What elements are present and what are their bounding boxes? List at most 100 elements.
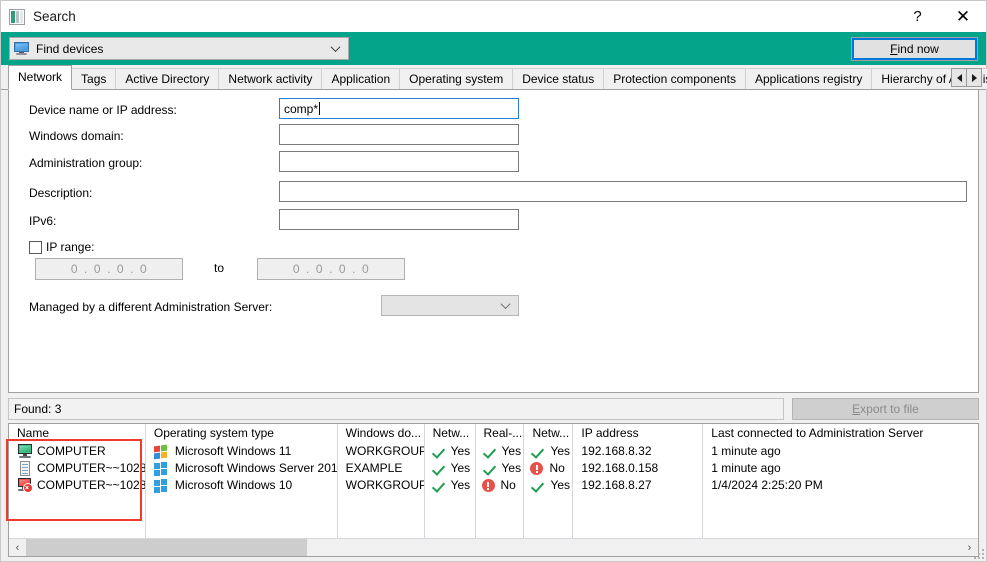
column-last-connected: Last connected to Administration Server … <box>703 424 978 538</box>
column-header-realtime-protection[interactable]: Real-... <box>476 424 524 443</box>
scrollbar-track[interactable] <box>26 539 961 556</box>
table-cell-network-agent[interactable]: Yes <box>425 443 475 460</box>
column-header-name[interactable]: Name <box>9 424 145 443</box>
tab-application[interactable]: Application <box>321 68 401 89</box>
managed-by-combobox[interactable] <box>381 295 519 316</box>
table-cell-network-agent[interactable]: Yes <box>425 460 475 477</box>
ip-from-octet-4: 0 <box>139 262 148 276</box>
table-row[interactable]: COMPUTER~~10281 <box>9 477 145 494</box>
cell-os-type: Microsoft Windows 10 <box>174 478 293 492</box>
tab-applications-registry[interactable]: Applications registry <box>744 68 873 89</box>
results-grid-columns: Name COMPUTER COMPUTER~~10282 COMPUTER~~… <box>9 424 978 538</box>
tab-device-status[interactable]: Device status <box>512 68 605 89</box>
table-cell-network-status[interactable]: Yes <box>524 477 572 494</box>
export-label: xport to file <box>860 402 919 416</box>
column-network-agent: Netw... Yes Yes Yes <box>425 424 476 538</box>
table-cell-realtime[interactable]: No <box>476 477 524 494</box>
ipv6-row: IPv6: <box>29 210 56 232</box>
table-row[interactable]: COMPUTER <box>9 443 145 460</box>
column-network-status: Netw... Yes No Yes <box>524 424 574 538</box>
tab-network[interactable]: Network <box>8 65 73 90</box>
table-cell-realtime[interactable]: Yes <box>476 443 524 460</box>
ip-from-sep-2: . <box>107 262 111 276</box>
column-header-ip-address[interactable]: IP address <box>573 424 702 443</box>
find-now-button[interactable]: Find now <box>851 37 978 61</box>
windows-domain-input[interactable] <box>279 124 519 145</box>
tab-network-activity[interactable]: Network activity <box>218 68 323 89</box>
find-now-label: ind now <box>897 42 939 56</box>
table-cell-last-connected[interactable]: 1/4/2024 2:25:20 PM <box>703 477 978 494</box>
close-button[interactable]: ✕ <box>940 1 986 32</box>
table-cell-os-type[interactable]: Microsoft Windows Server 2019 <box>146 460 337 477</box>
column-header-last-connected[interactable]: Last connected to Administration Server <box>703 424 978 443</box>
ip-from-octet-3: 0 <box>116 262 125 276</box>
cell-os-type: Microsoft Windows 11 <box>174 444 292 458</box>
ipv6-input[interactable] <box>279 209 519 230</box>
results-grid: Name COMPUTER COMPUTER~~10282 COMPUTER~~… <box>8 423 979 557</box>
table-row[interactable]: COMPUTER~~10282 <box>9 460 145 477</box>
administration-group-input[interactable] <box>279 151 519 172</box>
column-header-network-status[interactable]: Netw... <box>524 424 572 443</box>
ip-from-octet-1: 0 <box>70 262 79 276</box>
table-cell-os-type[interactable]: Microsoft Windows 10 <box>146 477 337 494</box>
table-cell-network-agent[interactable]: Yes <box>425 477 475 494</box>
windows-domain-row: Windows domain: <box>29 125 124 147</box>
tab-tags[interactable]: Tags <box>71 68 117 89</box>
table-cell-last-connected[interactable]: 1 minute ago <box>703 460 978 477</box>
column-os-type: Operating system type Microsoft Windows … <box>146 424 338 538</box>
export-to-file-button[interactable]: Export to file <box>792 398 979 420</box>
found-count: Found: 3 <box>8 398 784 420</box>
column-header-windows-domain[interactable]: Windows do... <box>338 424 424 443</box>
tab-active-directory[interactable]: Active Directory <box>115 68 220 89</box>
managed-by-row: Managed by a different Administration Se… <box>29 296 272 318</box>
table-cell-windows-domain[interactable]: WORKGROUP <box>338 477 424 494</box>
scrollbar-thumb[interactable] <box>26 539 307 556</box>
ip-range-row[interactable]: IP range: <box>29 236 94 258</box>
description-label: Description: <box>29 186 93 200</box>
ip-range-label: IP range: <box>46 240 95 254</box>
table-cell-network-status[interactable]: Yes <box>524 443 572 460</box>
table-cell-os-type[interactable]: Microsoft Windows 11 <box>146 443 337 460</box>
table-cell-last-connected[interactable]: 1 minute ago <box>703 443 978 460</box>
ip-from-sep-1: . <box>84 262 88 276</box>
table-cell-windows-domain[interactable]: EXAMPLE <box>338 460 424 477</box>
search-scope-combobox[interactable]: Find devices <box>9 37 349 60</box>
table-cell-ip-address[interactable]: 192.168.0.158 <box>573 460 702 477</box>
cell-network-status: Yes <box>550 478 571 492</box>
ip-range-to-label-row: to <box>214 257 224 279</box>
help-button[interactable]: ? <box>895 1 940 32</box>
check-icon <box>431 479 445 493</box>
tab-operating-system[interactable]: Operating system <box>399 68 514 89</box>
chevron-down-icon <box>502 300 511 309</box>
device-online-icon <box>17 444 33 459</box>
ip-range-to-input[interactable]: 0 . 0 . 0 . 0 <box>257 258 405 280</box>
cell-realtime: No <box>500 478 516 492</box>
tab-protection-components[interactable]: Protection components <box>603 68 746 89</box>
column-header-os-type[interactable]: Operating system type <box>146 424 337 443</box>
table-cell-windows-domain[interactable]: WORKGROUP <box>338 443 424 460</box>
scroll-left-icon[interactable] <box>951 68 967 87</box>
resize-grip[interactable] <box>972 547 984 559</box>
column-header-network-agent[interactable]: Netw... <box>425 424 475 443</box>
device-name-input[interactable]: comp* <box>279 98 519 119</box>
scroll-left-icon[interactable]: ‹ <box>9 539 26 556</box>
table-cell-network-status[interactable]: No <box>524 460 572 477</box>
device-offline-icon <box>17 478 33 493</box>
table-cell-ip-address[interactable]: 192.168.8.32 <box>573 443 702 460</box>
managed-by-label: Managed by a different Administration Se… <box>29 300 273 314</box>
cell-network-agent: Yes <box>450 478 471 492</box>
find-now-accel: F <box>890 42 898 56</box>
server-icon <box>17 461 33 476</box>
table-cell-ip-address[interactable]: 192.168.8.27 <box>573 477 702 494</box>
window-title: Search <box>33 9 76 24</box>
check-icon <box>482 462 496 476</box>
ip-range-checkbox[interactable] <box>29 240 42 254</box>
warning-icon <box>530 462 544 475</box>
cell-network-agent: Yes <box>450 444 471 458</box>
cell-realtime: Yes <box>501 444 522 458</box>
ip-range-from-input[interactable]: 0 . 0 . 0 . 0 <box>35 258 183 280</box>
table-cell-realtime[interactable]: Yes <box>476 460 524 477</box>
description-input[interactable] <box>279 181 967 202</box>
results-horizontal-scrollbar[interactable]: ‹ › <box>9 538 978 556</box>
scroll-right-icon[interactable] <box>966 68 982 87</box>
